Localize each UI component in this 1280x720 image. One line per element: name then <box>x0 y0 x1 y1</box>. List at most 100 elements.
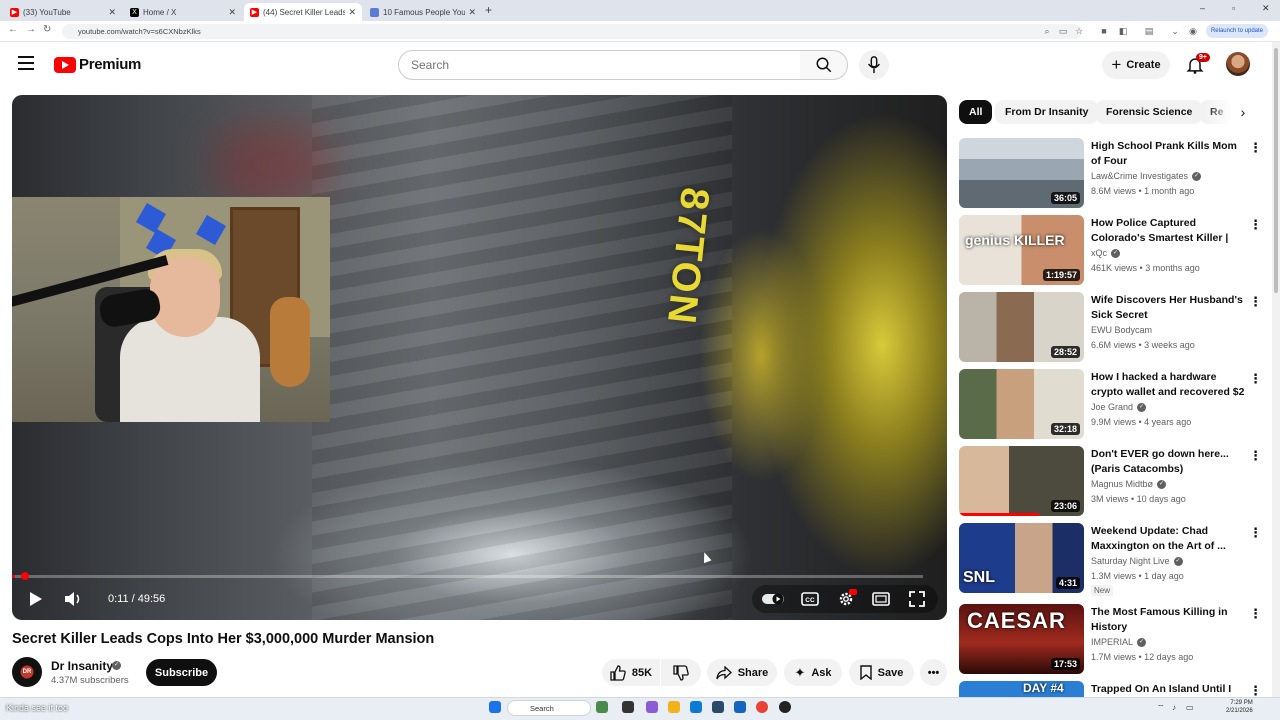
reload-icon[interactable]: ↻ <box>43 24 51 35</box>
more-vertical-icon[interactable]: ⋮ <box>1249 217 1262 233</box>
voice-search-button[interactable] <box>859 50 889 80</box>
video-thumbnail[interactable]: CAESAR 17:53 <box>959 604 1084 674</box>
user-avatar[interactable] <box>1226 52 1250 76</box>
close-icon[interactable]: ✕ <box>228 7 236 18</box>
ask-button[interactable]: ✦ Ask <box>784 659 842 686</box>
search-input[interactable] <box>399 51 800 79</box>
fullscreen-button[interactable] <box>907 588 927 610</box>
video-thumbnail[interactable]: DAY #4 <box>959 681 1084 697</box>
video-thumbnail[interactable]: 23:06 <box>959 446 1084 516</box>
new-tab-button[interactable]: + <box>485 3 492 17</box>
recommended-video[interactable]: 28:52 Wife Discovers Her Husband's Sick … <box>959 292 1265 364</box>
video-thumbnail[interactable]: 28:52 <box>959 292 1084 362</box>
channel-avatar[interactable]: DR INSANITY <box>12 657 42 705</box>
scrollbar-thumb[interactable] <box>1274 48 1278 293</box>
battery-icon[interactable]: ▭ <box>1186 703 1194 712</box>
windows-start-icon[interactable] <box>489 701 501 713</box>
chip-forensic-science[interactable]: Forensic Science <box>1096 100 1203 124</box>
subscribe-button[interactable]: Subscribe <box>146 659 217 686</box>
video-thumbnail[interactable]: SNL 4:31 <box>959 523 1084 593</box>
back-icon[interactable]: ← <box>8 24 18 35</box>
video-title[interactable]: High School Prank Kills Mom of Four <box>1091 139 1247 169</box>
more-vertical-icon[interactable]: ⋮ <box>1249 606 1262 622</box>
autoplay-toggle[interactable] <box>762 588 786 610</box>
more-vertical-icon[interactable]: ⋮ <box>1249 140 1262 156</box>
tab-active-video[interactable]: ▶ (44) Secret Killer Leads Cops In ✕ <box>244 3 362 21</box>
video-title[interactable]: How Police Captured Colorado's Smartest … <box>1091 216 1247 246</box>
video-title[interactable]: Trapped On An Island Until I <box>1091 682 1247 697</box>
mail-icon[interactable] <box>734 701 746 713</box>
volume-button[interactable] <box>63 588 83 610</box>
video-thumbnail[interactable]: genius KILLER 1:19:57 <box>959 215 1084 285</box>
play-button[interactable] <box>27 588 45 610</box>
chrome-icon[interactable] <box>756 701 768 713</box>
theater-mode-button[interactable] <box>871 588 891 610</box>
video-title[interactable]: Wife Discovers Her Husband's Sick Secret <box>1091 293 1247 323</box>
tab-search-icon[interactable]: ⌄ <box>1170 26 1180 36</box>
channel-name[interactable]: Dr Insanity <box>51 659 113 673</box>
extension-icon[interactable]: ■ <box>1099 26 1109 36</box>
hamburger-menu-icon[interactable] <box>18 56 34 70</box>
channel-line[interactable]: Law&Crime Investigates ✓ <box>1091 171 1202 182</box>
recommended-video[interactable]: DAY #4 Trapped On An Island Until I ⋮ <box>959 681 1265 697</box>
youtube-premium-logo[interactable]: Premium <box>54 56 141 73</box>
relaunch-button[interactable]: Relaunch to update <box>1206 24 1268 38</box>
widgets-icon[interactable] <box>596 701 608 713</box>
video-title[interactable]: Weekend Update: Chad Maxxington on the A… <box>1091 524 1247 554</box>
search-button[interactable] <box>800 50 848 80</box>
app-icon[interactable] <box>779 701 791 713</box>
chip-from-channel[interactable]: From Dr Insanity <box>995 100 1099 124</box>
store-icon[interactable] <box>712 701 724 713</box>
forward-icon[interactable]: → <box>26 24 36 35</box>
create-button[interactable]: + Create <box>1102 51 1170 79</box>
share-button[interactable]: Share <box>707 659 777 686</box>
bookmark-star-icon[interactable]: ☆ <box>1074 26 1084 36</box>
url-field[interactable]: youtube.com/watch?v=s6CXNbzKlks <box>62 24 1082 39</box>
close-icon[interactable]: ✕ <box>108 7 116 18</box>
more-vertical-icon[interactable]: ⋮ <box>1249 525 1262 541</box>
recommended-video[interactable]: CAESAR 17:53 The Most Famous Killing in … <box>959 604 1265 676</box>
zoom-icon[interactable]: ⌕ <box>1042 26 1052 36</box>
task-view-icon[interactable] <box>622 701 634 713</box>
wifi-icon[interactable]: ⌔ <box>1157 703 1165 713</box>
video-thumbnail[interactable]: 36:05 <box>959 138 1084 208</box>
dislike-button[interactable] <box>661 659 701 686</box>
more-vertical-icon[interactable]: ⋮ <box>1249 294 1262 310</box>
progress-bar[interactable] <box>12 575 923 578</box>
progress-scrubber[interactable] <box>21 572 29 580</box>
settings-button[interactable] <box>836 588 857 610</box>
maximize-icon[interactable]: ▫ <box>1232 3 1235 13</box>
split-view-icon[interactable]: ▤ <box>1144 26 1154 36</box>
recommended-video[interactable]: 36:05 High School Prank Kills Mom of Fou… <box>959 138 1265 210</box>
minimize-icon[interactable]: – <box>1200 3 1205 13</box>
video-title[interactable]: How I hacked a hardware crypto wallet an… <box>1091 370 1247 400</box>
edge-browser-icon[interactable] <box>690 701 702 713</box>
chip-all[interactable]: All <box>959 100 993 124</box>
taskbar-search[interactable]: Search <box>507 700 591 716</box>
more-vertical-icon[interactable]: ⋮ <box>1249 448 1262 464</box>
tab-x-home[interactable]: X Home / X ✕ <box>124 3 242 21</box>
copilot-icon[interactable] <box>646 701 658 713</box>
tab-famous-people[interactable]: 10 Famous People You Didn't K ✕ <box>364 3 482 21</box>
video-title[interactable]: Don't EVER go down here... (Paris Cataco… <box>1091 447 1247 477</box>
close-icon[interactable]: ✕ <box>468 7 476 18</box>
video-thumbnail[interactable]: 32:18 <box>959 369 1084 439</box>
like-button[interactable]: 85K <box>602 659 660 686</box>
install-icon[interactable]: ▭ <box>1058 26 1068 36</box>
close-window-icon[interactable]: ✕ <box>1262 3 1270 14</box>
recommended-video[interactable]: 23:06 Don't EVER go down here... (Paris … <box>959 446 1265 518</box>
file-explorer-icon[interactable] <box>668 701 680 713</box>
chip-next-button[interactable]: › <box>1232 100 1254 124</box>
more-vertical-icon[interactable]: ⋮ <box>1249 371 1262 387</box>
system-clock[interactable]: 7:29 PM 2/21/2026 <box>1226 699 1253 715</box>
recommended-video[interactable]: genius KILLER 1:19:57 How Police Capture… <box>959 215 1265 287</box>
channel-line[interactable]: Magnus Midtbø ✓ <box>1091 479 1167 490</box>
channel-line[interactable]: Joe Grand ✓ <box>1091 402 1147 413</box>
recommended-video[interactable]: 32:18 How I hacked a hardware crypto wal… <box>959 369 1265 441</box>
channel-line[interactable]: IMPERIAL ✓ <box>1091 637 1147 648</box>
extensions-puzzle-icon[interactable]: ◧ <box>1118 26 1128 36</box>
profile-icon[interactable]: ◉ <box>1188 26 1198 36</box>
channel-line[interactable]: Saturday Night Live ✓ <box>1091 556 1183 567</box>
save-button[interactable]: Save <box>849 659 914 686</box>
more-vertical-icon[interactable]: ⋮ <box>1249 683 1262 697</box>
